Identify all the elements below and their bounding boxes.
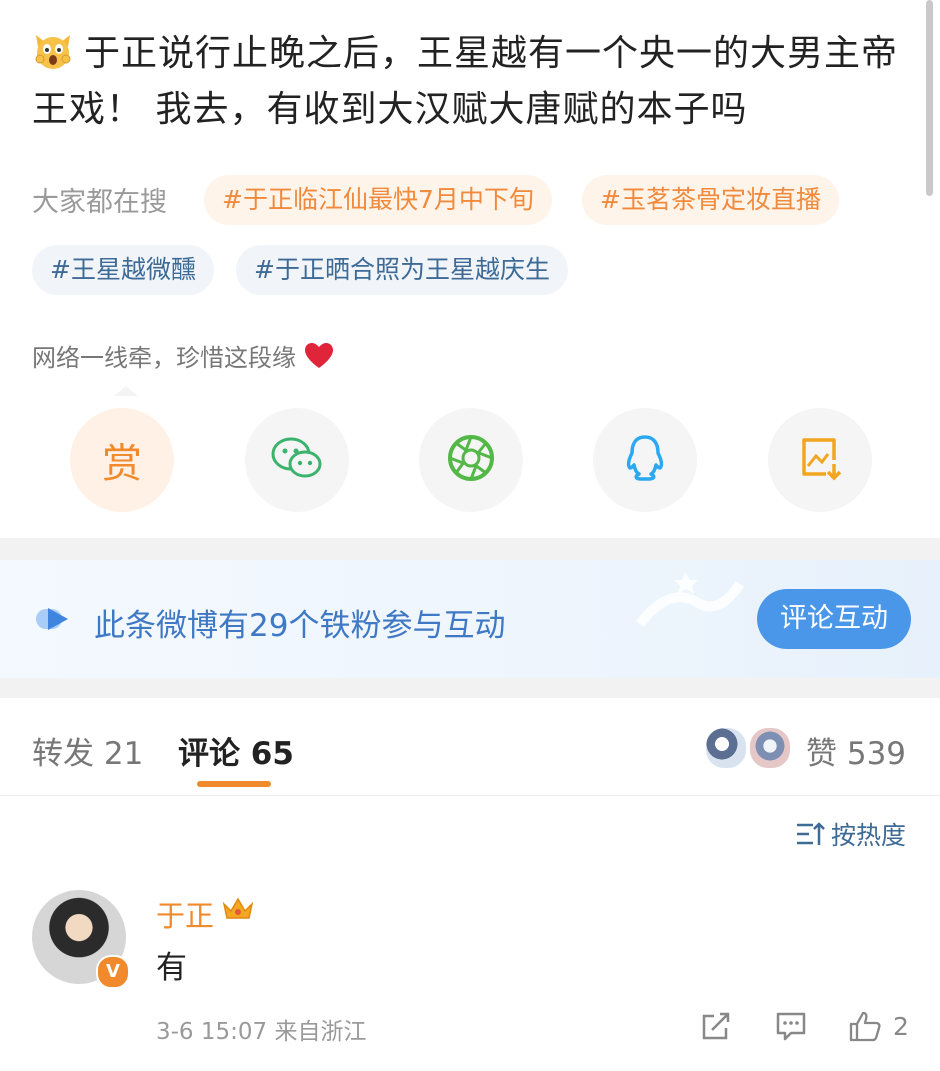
tab-comments[interactable]: 评论 65 (178, 728, 294, 773)
reply-comment-icon[interactable] (775, 1010, 807, 1046)
sort-toggle[interactable]: 按热度 (795, 816, 906, 853)
reward-slogan-text: 网络一线牵，珍惜这段缘 (32, 344, 296, 372)
sort-icon (795, 821, 825, 853)
reward-label: 赏 (102, 441, 142, 487)
wechat-icon (269, 434, 325, 486)
decor-wave-icon (636, 572, 745, 628)
qq-icon (623, 433, 667, 487)
hot-tag[interactable]: #王星越微醺 (32, 245, 214, 295)
hot-tag[interactable]: #于正临江仙最快7月中下旬 (204, 175, 552, 225)
sort-label: 按热度 (831, 821, 907, 850)
post-body: 于正说行止晚之后，王星越有一个央一的大男主帝王戏！ 我去，有收到大汉赋大唐赋的本… (32, 33, 899, 130)
red-heart-icon (304, 342, 334, 376)
qq-share-button[interactable] (593, 408, 697, 512)
thumbs-up-icon[interactable] (848, 1010, 882, 1046)
comment-interact-button[interactable]: 评论互动 (757, 589, 911, 649)
scrollbar[interactable] (926, 0, 933, 196)
comment-meta: 3-6 15:07 来自浙江 (156, 1019, 367, 1045)
moments-share-button[interactable] (419, 408, 523, 512)
fans-banner-text: 此条微博有29个铁粉参与互动 (94, 608, 506, 644)
save-image-button[interactable] (768, 408, 872, 512)
tabs-divider (0, 795, 940, 796)
hot-search-label: 大家都在搜 (32, 187, 167, 218)
verified-badge-icon: V (96, 955, 130, 989)
save-image-icon (796, 434, 844, 486)
crown-icon (222, 896, 254, 928)
post-text: 于正说行止晚之后，王星越有一个央一的大男主帝王戏！ 我去，有收到大汉赋大唐赋的本… (32, 26, 912, 138)
tab-likes[interactable]: 赞 539 (806, 728, 906, 773)
reward-slogan: 网络一线牵，珍惜这段缘 (32, 338, 334, 376)
moments-icon (446, 433, 496, 487)
comment-text: 有 (156, 950, 187, 986)
commenter-name[interactable]: 于正 (156, 893, 214, 935)
section-divider (0, 678, 940, 698)
share-comment-icon[interactable] (700, 1010, 732, 1046)
comment-like-count: 2 (893, 1012, 909, 1041)
wechat-share-button[interactable] (245, 408, 349, 512)
active-tab-indicator (197, 781, 271, 787)
tab-repost[interactable]: 转发 21 (32, 728, 143, 773)
scream-cat-emoji-icon (32, 29, 74, 71)
toggle-arrow-icon (36, 604, 76, 638)
reward-button[interactable]: 赏 (70, 408, 174, 512)
tooltip-pointer (114, 386, 138, 396)
liker-avatar[interactable] (704, 726, 748, 770)
section-divider (0, 538, 940, 560)
hot-tag[interactable]: #玉茗茶骨定妆直播 (582, 175, 839, 225)
liker-avatar[interactable] (748, 726, 792, 770)
hot-tag[interactable]: #于正晒合照为王星越庆生 (236, 245, 568, 295)
